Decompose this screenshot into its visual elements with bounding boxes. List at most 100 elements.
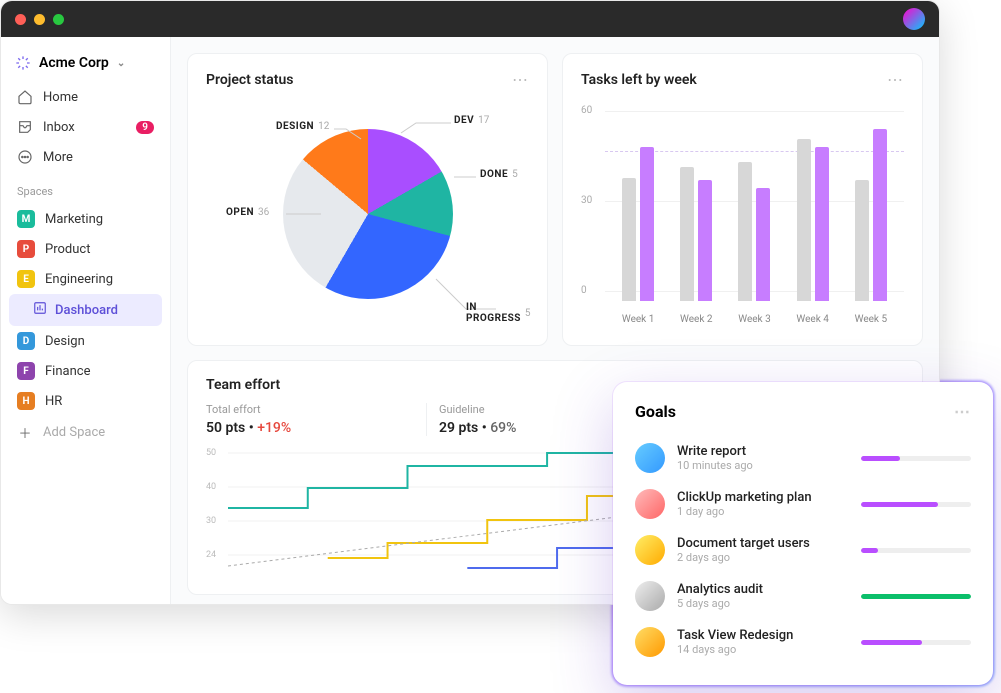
goal-progress bbox=[861, 456, 971, 461]
bar bbox=[815, 147, 829, 301]
goal-progress-fill bbox=[861, 594, 971, 599]
space-label: HR bbox=[45, 394, 62, 409]
goal-name: ClickUp marketing plan bbox=[677, 490, 849, 505]
goals-title: Goals bbox=[635, 402, 676, 421]
goal-progress bbox=[861, 640, 971, 645]
bar bbox=[640, 147, 654, 301]
pie-inprogress-value: 5 bbox=[525, 308, 531, 319]
goal-avatar bbox=[635, 535, 665, 565]
goal-name: Analytics audit bbox=[677, 582, 849, 597]
space-icon: E bbox=[17, 270, 35, 288]
pie-chart: DEV17 DONE5 IN PROGRESS5 OPEN36 DESIGN12 bbox=[206, 99, 529, 329]
bar bbox=[738, 162, 752, 301]
line-y-40: 40 bbox=[206, 482, 216, 492]
space-label: Design bbox=[45, 334, 85, 349]
space-icon: M bbox=[17, 210, 35, 228]
inbox-icon bbox=[17, 119, 33, 135]
goal-avatar bbox=[635, 489, 665, 519]
sidebar-space-product[interactable]: PProduct bbox=[9, 234, 162, 264]
sidebar-space-design[interactable]: D Design bbox=[9, 326, 162, 356]
goal-progress-fill bbox=[861, 548, 878, 553]
goal-timestamp: 10 minutes ago bbox=[677, 459, 849, 472]
add-space-button[interactable]: ＋ Add Space bbox=[9, 418, 162, 446]
bar-x-label: Week 2 bbox=[680, 314, 713, 325]
pie-done-value: 5 bbox=[512, 169, 518, 180]
nav-more[interactable]: More bbox=[9, 143, 162, 171]
sidebar-dashboard[interactable]: Dashboard bbox=[9, 294, 162, 326]
bar-x-label: Week 4 bbox=[796, 314, 829, 325]
goals-card: Goals ⋯ Write report 10 minutes ago Clic… bbox=[613, 382, 993, 685]
goal-progress-fill bbox=[861, 502, 938, 507]
goal-item[interactable]: Task View Redesign 14 days ago bbox=[635, 619, 971, 665]
space-icon: F bbox=[17, 362, 35, 380]
bar bbox=[680, 167, 694, 301]
guideline-pct: 69% bbox=[490, 420, 516, 436]
goal-timestamp: 2 days ago bbox=[677, 551, 849, 564]
goal-name: Document target users bbox=[677, 536, 849, 551]
chevron-down-icon: ⌄ bbox=[117, 58, 125, 69]
nav-more-label: More bbox=[43, 150, 73, 165]
close-window-button[interactable] bbox=[15, 14, 26, 25]
bar-x-label: Week 5 bbox=[855, 314, 888, 325]
org-switcher[interactable]: Acme Corp ⌄ bbox=[9, 51, 162, 81]
sidebar-space-hr[interactable]: H HR bbox=[9, 386, 162, 416]
pie-dev-value: 17 bbox=[478, 115, 489, 126]
goal-item[interactable]: ClickUp marketing plan 1 day ago bbox=[635, 481, 971, 527]
dashboard-icon bbox=[33, 301, 47, 319]
tasks-left-title: Tasks left by week bbox=[581, 72, 697, 88]
goal-timestamp: 1 day ago bbox=[677, 505, 849, 518]
team-effort-title: Team effort bbox=[206, 377, 280, 393]
bar-y-30: 30 bbox=[581, 195, 592, 206]
nav-home[interactable]: Home bbox=[9, 83, 162, 111]
pie-open-label: OPEN bbox=[226, 207, 254, 218]
goal-item[interactable]: Analytics audit 5 days ago bbox=[635, 573, 971, 619]
inbox-badge: 9 bbox=[136, 121, 154, 134]
sidebar-space-marketing[interactable]: M Marketing bbox=[9, 204, 162, 234]
bar bbox=[855, 180, 869, 301]
sidebar-space-finance[interactable]: FFinance bbox=[9, 356, 162, 386]
home-icon bbox=[17, 89, 33, 105]
bar-y-60: 60 bbox=[581, 105, 592, 116]
bar-x-label: Week 3 bbox=[738, 314, 771, 325]
goal-timestamp: 14 days ago bbox=[677, 643, 849, 656]
user-avatar[interactable] bbox=[903, 8, 925, 30]
goal-item[interactable]: Write report 10 minutes ago bbox=[635, 435, 971, 481]
plus-icon: ＋ bbox=[17, 424, 33, 440]
nav-inbox[interactable]: Inbox 9 bbox=[9, 113, 162, 141]
bar-x-label: Week 1 bbox=[622, 314, 655, 325]
space-icon: D bbox=[17, 332, 35, 350]
nav-inbox-label: Inbox bbox=[43, 120, 75, 135]
space-icon: H bbox=[17, 392, 35, 410]
more-icon bbox=[17, 149, 33, 165]
space-label: Marketing bbox=[45, 212, 103, 227]
card-menu-button[interactable]: ⋯ bbox=[887, 70, 904, 89]
tasks-left-card: Tasks left by week ⋯ 60 30 0 Week 1Week … bbox=[562, 53, 923, 346]
goal-progress bbox=[861, 502, 971, 507]
bar-group bbox=[738, 162, 770, 301]
bar bbox=[756, 188, 770, 301]
goal-avatar bbox=[635, 581, 665, 611]
spaces-section-label: Spaces bbox=[9, 173, 162, 202]
bar-group bbox=[797, 139, 829, 301]
goal-progress bbox=[861, 594, 971, 599]
line-y-30: 30 bbox=[206, 516, 216, 526]
total-effort-label: Total effort bbox=[206, 403, 414, 416]
bar-group bbox=[855, 129, 887, 301]
minimize-window-button[interactable] bbox=[34, 14, 45, 25]
bar bbox=[698, 180, 712, 301]
sidebar-space-engineering[interactable]: EEngineering bbox=[9, 264, 162, 294]
pie-inprogress-label: IN PROGRESS bbox=[466, 302, 521, 324]
pie-design-value: 12 bbox=[318, 121, 329, 132]
goals-menu-button[interactable]: ⋯ bbox=[954, 402, 971, 421]
card-menu-button[interactable]: ⋯ bbox=[512, 70, 529, 89]
goal-timestamp: 5 days ago bbox=[677, 597, 849, 610]
pie-design-label: DESIGN bbox=[276, 121, 314, 132]
bar-group bbox=[622, 147, 654, 301]
goal-item[interactable]: Document target users 2 days ago bbox=[635, 527, 971, 573]
bar bbox=[873, 129, 887, 301]
org-logo-icon bbox=[15, 55, 31, 71]
maximize-window-button[interactable] bbox=[53, 14, 64, 25]
goal-name: Write report bbox=[677, 444, 849, 459]
bar bbox=[797, 139, 811, 301]
line-y-24: 24 bbox=[206, 550, 216, 560]
